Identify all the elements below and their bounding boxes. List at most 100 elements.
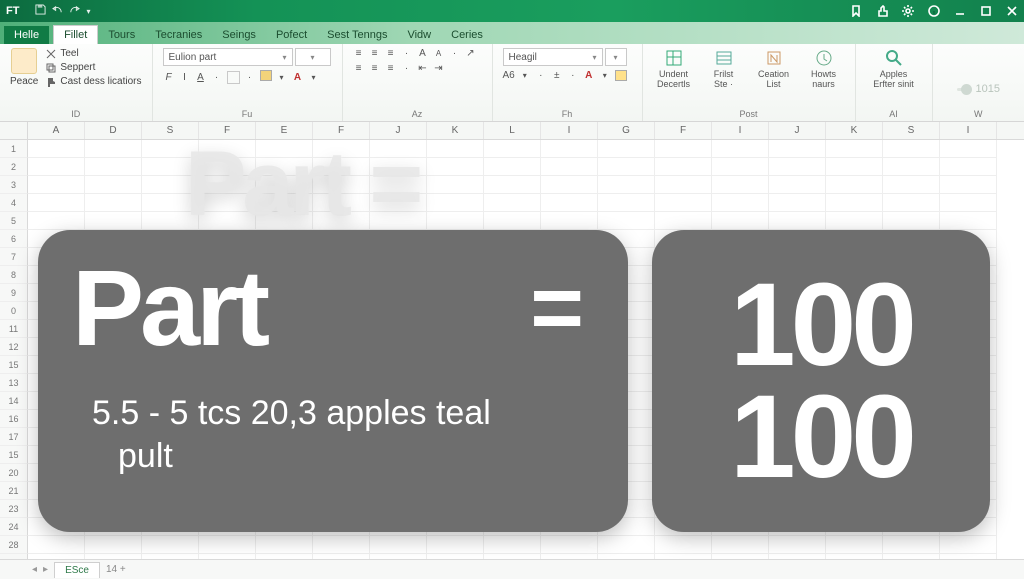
row-header[interactable]: 2 bbox=[0, 158, 28, 176]
cell[interactable] bbox=[370, 554, 427, 559]
cell[interactable] bbox=[769, 194, 826, 212]
file-tab[interactable]: Helle bbox=[4, 26, 49, 44]
cell[interactable] bbox=[85, 536, 142, 554]
cell[interactable] bbox=[484, 554, 541, 559]
col-header[interactable]: S bbox=[142, 122, 199, 139]
chevron-down-icon[interactable]: ▾ bbox=[308, 73, 320, 82]
col-header[interactable]: A bbox=[28, 122, 85, 139]
italic-button[interactable]: F bbox=[163, 72, 175, 83]
cell[interactable] bbox=[655, 158, 712, 176]
row-header[interactable]: 14 bbox=[0, 392, 28, 410]
cell[interactable] bbox=[142, 554, 199, 559]
underline-button[interactable]: A bbox=[195, 72, 207, 83]
cell[interactable] bbox=[940, 212, 997, 230]
col-header[interactable]: J bbox=[370, 122, 427, 139]
cell[interactable] bbox=[883, 554, 940, 559]
row-header[interactable]: 28 bbox=[0, 536, 28, 554]
cell[interactable] bbox=[655, 554, 712, 559]
apples-button[interactable]: ApplesErfter sinit bbox=[866, 48, 922, 90]
cell[interactable] bbox=[427, 176, 484, 194]
border-button[interactable] bbox=[227, 71, 240, 84]
cell[interactable] bbox=[541, 140, 598, 158]
bookmark-icon[interactable] bbox=[850, 5, 862, 17]
col-header[interactable]: K bbox=[826, 122, 883, 139]
cell[interactable] bbox=[427, 536, 484, 554]
indent-icon[interactable]: ⇥ bbox=[433, 63, 445, 74]
cell[interactable] bbox=[28, 176, 85, 194]
tab-4[interactable]: Pofect bbox=[266, 26, 317, 44]
cell[interactable] bbox=[484, 158, 541, 176]
cell[interactable] bbox=[484, 140, 541, 158]
align-top-icon[interactable]: ≡ bbox=[353, 48, 365, 59]
align-right-icon[interactable]: ≡ bbox=[385, 63, 397, 74]
action-2[interactable]: CeationList bbox=[753, 48, 795, 90]
cell[interactable] bbox=[769, 158, 826, 176]
cell[interactable] bbox=[199, 536, 256, 554]
row-header[interactable]: 20 bbox=[0, 464, 28, 482]
cell[interactable] bbox=[28, 194, 85, 212]
cell[interactable] bbox=[541, 536, 598, 554]
cell[interactable] bbox=[598, 176, 655, 194]
cell[interactable] bbox=[598, 194, 655, 212]
cell[interactable] bbox=[484, 176, 541, 194]
align-middle-icon[interactable]: ≡ bbox=[369, 48, 381, 59]
paste-button[interactable]: Peace bbox=[10, 48, 38, 87]
cell[interactable] bbox=[427, 554, 484, 559]
align-left-icon[interactable]: ≡ bbox=[353, 63, 365, 74]
cell[interactable] bbox=[313, 194, 370, 212]
tab-home[interactable]: Fillet bbox=[53, 25, 98, 44]
worksheet-grid[interactable]: 1234567890111215131416171520212324282721… bbox=[0, 140, 1024, 559]
col-header[interactable]: L bbox=[484, 122, 541, 139]
cell[interactable] bbox=[85, 554, 142, 559]
cell[interactable] bbox=[427, 140, 484, 158]
cell[interactable] bbox=[541, 176, 598, 194]
fill-color-button[interactable] bbox=[260, 70, 272, 84]
cell[interactable] bbox=[199, 194, 256, 212]
tab-5[interactable]: Sest Tenngs bbox=[317, 26, 397, 44]
sheet-nav-next-icon[interactable]: ▸ bbox=[43, 564, 48, 575]
col-header[interactable]: S bbox=[883, 122, 940, 139]
highlight-button[interactable] bbox=[615, 70, 627, 81]
cell[interactable] bbox=[655, 536, 712, 554]
cell[interactable] bbox=[598, 158, 655, 176]
cell[interactable] bbox=[598, 554, 655, 559]
maximize-button[interactable] bbox=[980, 5, 992, 17]
cell[interactable] bbox=[85, 212, 142, 230]
row-header[interactable]: 21 bbox=[0, 482, 28, 500]
cell[interactable] bbox=[28, 212, 85, 230]
cell[interactable] bbox=[712, 554, 769, 559]
cell[interactable] bbox=[370, 140, 427, 158]
col-header[interactable]: I bbox=[541, 122, 598, 139]
cell[interactable] bbox=[313, 158, 370, 176]
cell[interactable] bbox=[484, 194, 541, 212]
row-header[interactable]: 11 bbox=[0, 320, 28, 338]
cell[interactable] bbox=[769, 176, 826, 194]
cell[interactable] bbox=[427, 158, 484, 176]
cell[interactable] bbox=[370, 212, 427, 230]
tab-1[interactable]: Tours bbox=[98, 26, 145, 44]
cell[interactable] bbox=[940, 176, 997, 194]
col-header[interactable]: G bbox=[598, 122, 655, 139]
cell[interactable] bbox=[28, 554, 85, 559]
cell[interactable] bbox=[28, 140, 85, 158]
cell[interactable] bbox=[256, 140, 313, 158]
cell[interactable] bbox=[256, 212, 313, 230]
row-header[interactable]: 6 bbox=[0, 230, 28, 248]
action-1[interactable]: FrilstSte · bbox=[703, 48, 745, 90]
cell[interactable] bbox=[142, 158, 199, 176]
tab-2[interactable]: Tecranies bbox=[145, 26, 212, 44]
row-header[interactable]: 15 bbox=[0, 446, 28, 464]
qat-more-icon[interactable]: ▾ bbox=[86, 7, 90, 16]
cell[interactable] bbox=[85, 140, 142, 158]
action-3[interactable]: Howtsnaurs bbox=[803, 48, 845, 90]
row-header[interactable]: 23 bbox=[0, 500, 28, 518]
cell[interactable] bbox=[826, 176, 883, 194]
cell[interactable] bbox=[769, 140, 826, 158]
col-header[interactable]: I bbox=[712, 122, 769, 139]
row-header[interactable]: 12 bbox=[0, 338, 28, 356]
row-header[interactable]: 9 bbox=[0, 284, 28, 302]
cell[interactable] bbox=[256, 554, 313, 559]
cell[interactable] bbox=[85, 158, 142, 176]
row-header[interactable]: 16 bbox=[0, 410, 28, 428]
sheet-tab-active[interactable]: ESce bbox=[54, 562, 100, 578]
